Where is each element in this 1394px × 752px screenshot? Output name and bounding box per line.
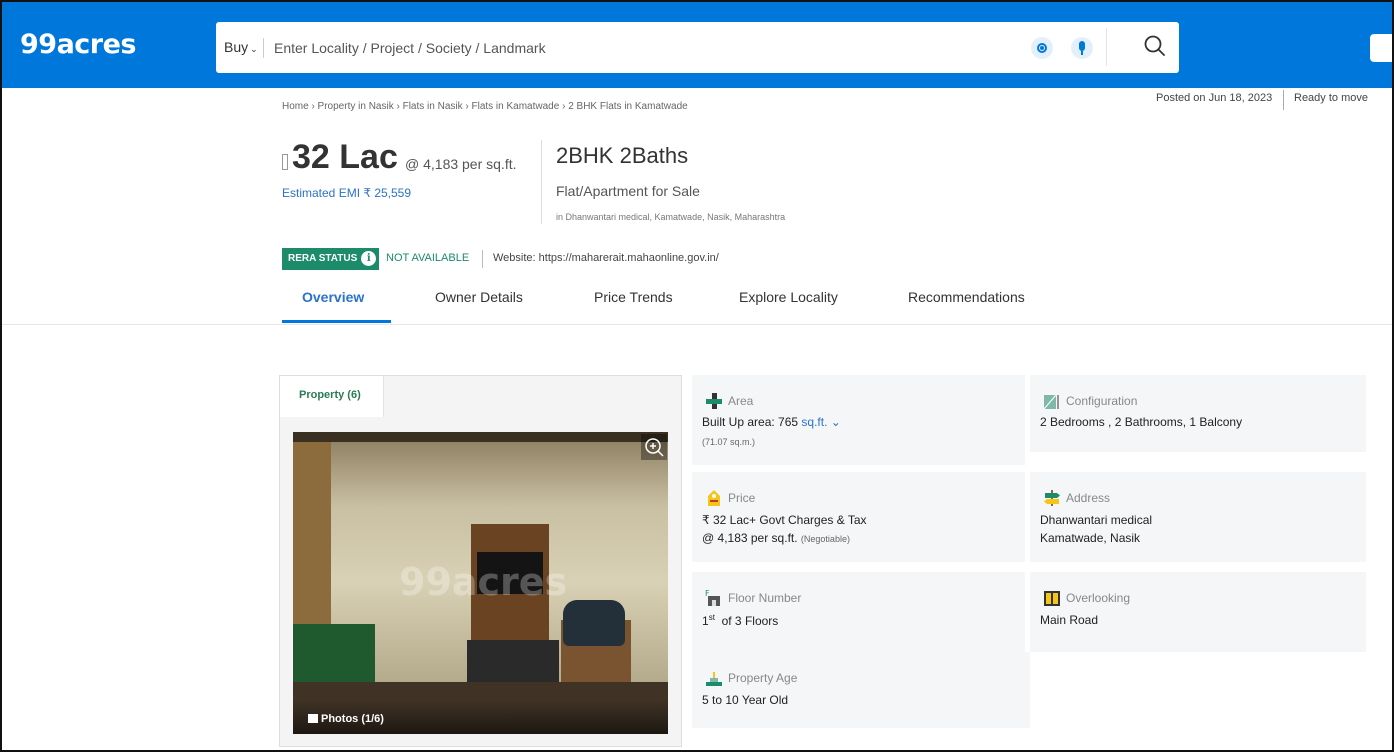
- area-value: Built Up area: 765: [702, 415, 799, 429]
- chevron-down-icon: ⌄: [250, 44, 258, 54]
- browser-page: 99acres Buy⌄ Home › Property in Nasik › …: [0, 0, 1394, 752]
- address-line2: Kamatwade, Nasik: [1040, 531, 1141, 545]
- rera-divider: [482, 250, 483, 268]
- property-location: in Dhanwantari medical, Kamatwade, Nasik…: [556, 212, 786, 222]
- property-type: Flat/Apartment for Sale: [556, 183, 700, 199]
- price-label: Price: [728, 491, 756, 505]
- breadcrumb[interactable]: Home › Property in Nasik › Flats in Nasi…: [282, 101, 688, 112]
- active-tab-indicator: [282, 320, 391, 323]
- property-age-icon: [706, 672, 722, 686]
- image-icon: [308, 714, 318, 723]
- overlooking-icon: [1044, 591, 1060, 606]
- posted-date: Posted on Jun 18, 2023: [1156, 92, 1273, 104]
- estimated-emi-link[interactable]: Estimated EMI ₹ 25,559: [282, 186, 411, 200]
- tab-overview[interactable]: Overview: [302, 289, 364, 305]
- gallery-tab-property[interactable]: Property (6): [280, 376, 384, 417]
- search-icon[interactable]: [1142, 33, 1168, 61]
- rera-status-value: NOT AVAILABLE: [386, 252, 470, 264]
- svg-text:F: F: [705, 589, 710, 598]
- overlooking-value: Main Road: [1040, 613, 1099, 627]
- property-config-title: 2BHK 2Baths: [556, 143, 689, 168]
- microphone-icon[interactable]: [1071, 37, 1093, 59]
- floor-number-icon: F: [705, 589, 720, 606]
- rera-badge-label: RERA STATUS: [288, 253, 358, 264]
- unit-label: sq.ft.: [801, 415, 828, 429]
- detail-address: Address Dhanwantari medical Kamatwade, N…: [1030, 472, 1366, 562]
- signpost-icon: [1044, 490, 1060, 506]
- detail-overlooking: Overlooking Main Road: [1030, 572, 1366, 652]
- negotiable-label: (Negotiable): [800, 534, 850, 544]
- tabs-divider: [2, 324, 1392, 325]
- buy-dropdown[interactable]: Buy ⌄: [224, 39, 258, 55]
- search-divider-2: [1106, 28, 1107, 66]
- area-value-row: Built Up area: 765 sq.ft. ⌄: [702, 415, 841, 429]
- post-property-button[interactable]: [1370, 34, 1392, 62]
- site-header: 99acres Buy ⌄: [2, 2, 1392, 88]
- detail-configuration: Configuration 2 Bedrooms , 2 Bathrooms, …: [1030, 375, 1366, 452]
- search-divider: [263, 38, 264, 58]
- search-input[interactable]: [274, 34, 974, 62]
- configuration-icon: [1043, 394, 1059, 410]
- floor-suffix: st: [708, 613, 715, 622]
- price-per-sqft-row: @ 4,183 per sq.ft. (Negotiable): [702, 531, 850, 545]
- tab-recommendations[interactable]: Recommendations: [908, 289, 1025, 305]
- floor-num: 1: [702, 614, 709, 628]
- detail-price: Price ₹ 32 Lac+ Govt Charges & Tax @ 4,1…: [692, 472, 1025, 562]
- tab-owner-details[interactable]: Owner Details: [435, 289, 523, 305]
- info-icon[interactable]: i: [361, 251, 377, 266]
- tab-explore-locality[interactable]: Explore Locality: [739, 289, 838, 305]
- detail-property-age: Property Age 5 to 10 Year Old: [692, 652, 1030, 728]
- rupee-icon: [282, 154, 288, 170]
- property-age-label: Property Age: [728, 671, 798, 685]
- property-age-value: 5 to 10 Year Old: [702, 693, 789, 707]
- address-label: Address: [1066, 491, 1111, 505]
- photo-count-label[interactable]: Photos (1/6): [321, 713, 384, 725]
- possession-status: Ready to move: [1294, 92, 1368, 104]
- price-per-sqft-detail: @ 4,183 per sq.ft.: [702, 531, 798, 545]
- address-line1: Dhanwantari medical: [1040, 513, 1153, 527]
- zoom-in-icon[interactable]: [641, 434, 667, 460]
- locate-me-icon[interactable]: [1031, 37, 1053, 59]
- price-value: ₹ 32 Lac+ Govt Charges & Tax: [702, 513, 867, 527]
- area-label: Area: [728, 394, 754, 408]
- chevron-down-icon: ⌄: [830, 415, 841, 429]
- tab-price-trends[interactable]: Price Trends: [594, 289, 673, 305]
- price-amount: 32 Lac: [292, 138, 398, 176]
- floor-label: Floor Number: [728, 591, 802, 605]
- rera-status-badge: RERA STATUS i: [282, 248, 380, 270]
- buy-dropdown-label: Buy: [224, 39, 249, 55]
- price-tag-icon: [708, 490, 720, 506]
- search-bar: Buy ⌄: [216, 22, 1179, 73]
- configuration-value: 2 Bedrooms , 2 Bathrooms, 1 Balcony: [1040, 415, 1243, 429]
- detail-floor: F Floor Number 1st of 3 Floors: [692, 572, 1025, 652]
- property-photo[interactable]: 99acres Photos (1/6): [293, 432, 668, 734]
- detail-area: Area Built Up area: 765 sq.ft. ⌄ (71.07 …: [692, 375, 1025, 465]
- floor-value: of 3 Floors: [721, 614, 779, 628]
- unit-selector[interactable]: sq.ft. ⌄: [801, 415, 840, 429]
- title-divider: [541, 140, 542, 224]
- price-per-sqft: @ 4,183 per sq.ft.: [405, 156, 517, 172]
- floor-value-row: 1st of 3 Floors: [702, 613, 778, 628]
- logo[interactable]: 99acres: [20, 29, 137, 60]
- photo-gallery: Property (6) 99acres Photos (1/6): [279, 375, 682, 747]
- rera-website: Website: https://maharerait.mahaonline.g…: [493, 252, 719, 264]
- area-icon: [706, 393, 722, 409]
- meta-divider: [1283, 90, 1284, 110]
- overlooking-label: Overlooking: [1066, 591, 1131, 605]
- configuration-label: Configuration: [1066, 394, 1138, 408]
- photo-watermark: 99acres: [399, 560, 568, 604]
- area-sqm: (71.07 sq.m.): [702, 437, 756, 447]
